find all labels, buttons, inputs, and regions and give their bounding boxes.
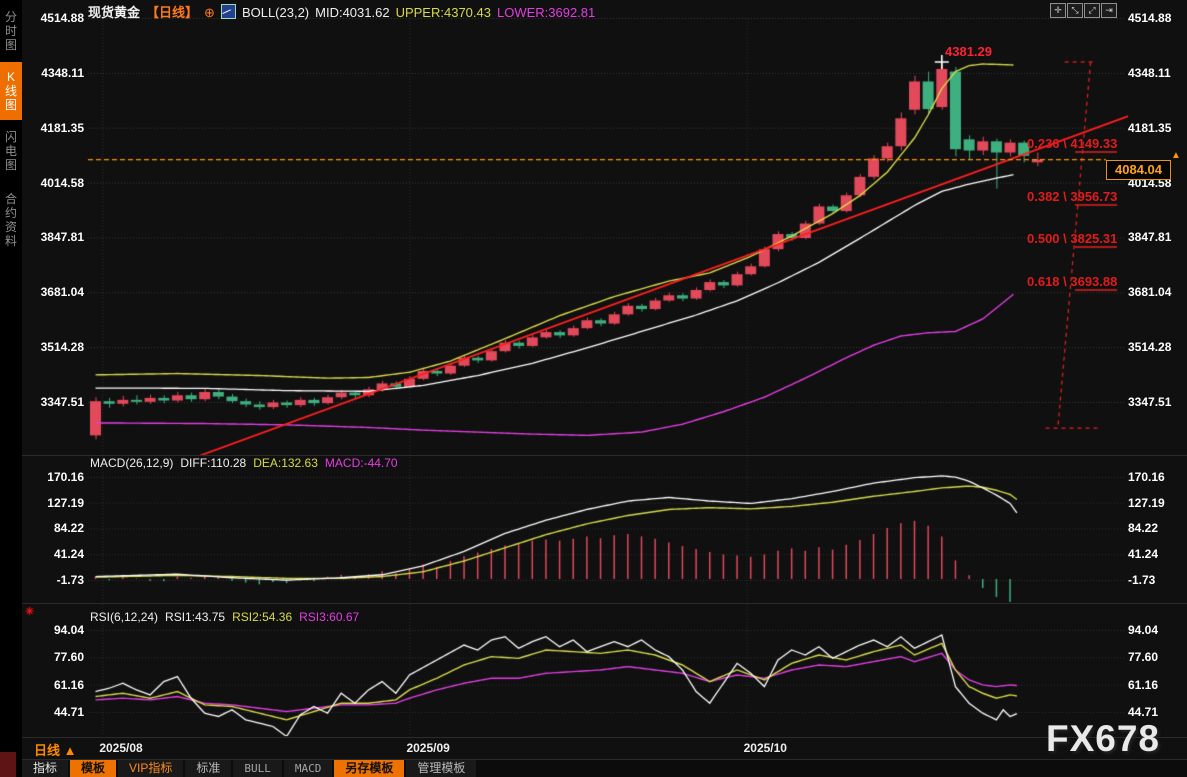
macd-axis-label: 84.22 <box>53 521 84 536</box>
macd-axis-label: 41.24 <box>53 547 84 562</box>
last-price-marker: 4084.04 <box>1106 160 1171 180</box>
rsi2-value: RSI2:54.36 <box>232 610 293 624</box>
alert-dot-icon[interactable]: ✳ <box>25 605 34 618</box>
toolbar-button-7[interactable]: 另存模板 <box>334 760 405 777</box>
price-axis-label: 4348.11 <box>1128 65 1171 80</box>
rsi-axis-label: 94.04 <box>1128 623 1159 637</box>
rsi-axis-label: 44.71 <box>53 704 84 719</box>
macd-diff-value: DIFF:110.28 <box>180 456 247 470</box>
snap-to-price-icon[interactable]: ⇥ <box>1101 3 1117 18</box>
rsi-axis-label: 77.60 <box>1128 650 1159 665</box>
sidebar-item-1[interactable]: 分时图 <box>0 4 22 58</box>
boll-label[interactable]: BOLL(23,2) <box>242 5 309 20</box>
price-axis-label: 3514.28 <box>1128 340 1172 355</box>
time-axis-tick: 2025/10 <box>743 741 787 755</box>
sidebar-item-3[interactable]: 闪电图 <box>0 124 22 178</box>
toolbar-button-6[interactable]: MACD <box>283 760 333 777</box>
fib-level-label: 0.236 \ 4149.33 <box>1027 136 1118 151</box>
rsi-axis-label: 61.16 <box>1128 677 1159 692</box>
macd-dea-value: DEA:132.63 <box>253 456 318 470</box>
sidebar-item-2[interactable]: K线图 <box>0 62 22 120</box>
fit-axis-right-icon[interactable]: ⤢ <box>1084 3 1100 18</box>
price-axis-label: 4514.88 <box>40 11 84 25</box>
rsi1-value: RSI1:43.75 <box>165 610 226 624</box>
symbol-name: 现货黄金 <box>88 5 141 20</box>
add-indicator-icon[interactable]: ⊕ <box>204 5 215 20</box>
macd-name[interactable]: MACD(26,12,9) <box>90 456 173 470</box>
rsi-axis-label: 44.71 <box>1128 704 1159 719</box>
rsi-axis-label: 61.16 <box>53 677 84 692</box>
price-axis-label: 3514.28 <box>40 340 84 355</box>
template-toolbar: 指标 模板 VIP指标 标准 BULL MACD 另存模板 管理模板 <box>22 760 1187 777</box>
panel-divider <box>22 455 1187 456</box>
toolbar-button-5[interactable]: BULL <box>233 760 282 777</box>
time-axis-tick: 2025/08 <box>99 741 143 755</box>
peak-price-label: 4381.29 <box>945 44 992 59</box>
rsi3-value: RSI3:60.67 <box>299 610 360 624</box>
macd-axis-label: -1.73 <box>1128 573 1156 587</box>
price-axis-label: 3681.04 <box>40 285 84 300</box>
candlestick-chart-canvas[interactable] <box>0 0 1187 777</box>
price-axis-label: 3347.51 <box>1128 395 1172 409</box>
fib-level-label: 0.382 \ 3956.73 <box>1027 189 1118 204</box>
corner-block <box>0 752 16 777</box>
time-axis-row: 日线 ▲ 2025/08 2025/09 2025/10 <box>22 738 1187 759</box>
trading-terminal: 分时图 K线图闪电图合约资料 现货黄金 【日线】 ⊕ BOLL(23,2) MID:403… <box>0 0 1187 777</box>
price-axis-label: 3347.51 <box>40 395 84 409</box>
fit-axis-left-icon[interactable]: ⤡ <box>1067 3 1083 18</box>
macd-axis-label: 170.16 <box>47 470 84 484</box>
rsi-axis-label: 77.60 <box>53 650 84 665</box>
period-selector[interactable]: 日线 ▲ <box>34 740 76 759</box>
chart-header: 现货黄金 【日线】 ⊕ BOLL(23,2) MID:4031.62 UPPER:4370… <box>88 2 601 20</box>
price-axis-label: 3681.04 <box>1128 285 1172 300</box>
macd-axis-label: 127.19 <box>47 495 84 510</box>
crosshair-tool-icon[interactable]: ✛ <box>1050 3 1066 18</box>
boll-mid-value: MID:4031.62 <box>315 5 390 20</box>
macd-axis-label: 41.24 <box>1128 547 1159 562</box>
boll-lower-value: LOWER:3692.81 <box>496 5 596 20</box>
period-tag[interactable]: 【日线】 <box>146 5 198 20</box>
fib-level-label: 0.618 \ 3693.88 <box>1027 274 1118 289</box>
toolbar-button-3[interactable]: VIP指标 <box>118 760 184 777</box>
price-axis-label: 4514.88 <box>1128 11 1172 25</box>
macd-axis-label: -1.73 <box>56 573 84 587</box>
macd-axis-label: 127.19 <box>1128 495 1165 510</box>
fib-level-label: 0.500 \ 3825.31 <box>1027 231 1118 246</box>
time-axis-tick: 2025/09 <box>406 741 450 755</box>
toolbar-button-4[interactable]: 标准 <box>185 760 232 777</box>
macd-axis-label: 170.16 <box>1128 470 1165 484</box>
price-axis-label: 4181.35 <box>40 120 84 135</box>
boll-upper-value: UPPER:4370.43 <box>395 5 491 20</box>
price-axis-label: 3847.81 <box>1128 230 1172 245</box>
macd-axis-label: 84.22 <box>1128 521 1159 536</box>
price-pointer-icon[interactable]: ▲ <box>1171 150 1181 161</box>
mini-chart-icon <box>220 4 236 19</box>
fx678-watermark: FX678 <box>1046 718 1161 759</box>
sidebar-item-4[interactable]: 合约资料 <box>0 184 22 256</box>
macd-value: MACD:-44.70 <box>324 456 398 470</box>
toolbar-button-2[interactable]: 模板 <box>70 760 117 777</box>
chart-type-sidebar: 分时图 K线图闪电图合约资料 <box>0 0 22 777</box>
macd-header: MACD(26,12,9) DIFF:110.28 DEA:132.63 MACD:-… <box>90 456 405 470</box>
rsi-axis-label: 94.04 <box>53 623 84 637</box>
panel-divider <box>22 603 1187 604</box>
rsi-header: RSI(6,12,24) RSI1:43.75 RSI2:54.36 RSI3:60.… <box>90 610 366 624</box>
price-axis-label: 4348.11 <box>41 65 84 80</box>
toolbar-button-1[interactable]: 指标 <box>22 760 69 777</box>
price-axis-label: 4014.58 <box>40 175 84 190</box>
rsi-name[interactable]: RSI(6,12,24) <box>90 610 158 624</box>
price-axis-label: 4181.35 <box>1128 120 1172 135</box>
toolbar-button-8[interactable]: 管理模板 <box>406 760 477 777</box>
price-axis-label: 3847.81 <box>40 230 84 245</box>
